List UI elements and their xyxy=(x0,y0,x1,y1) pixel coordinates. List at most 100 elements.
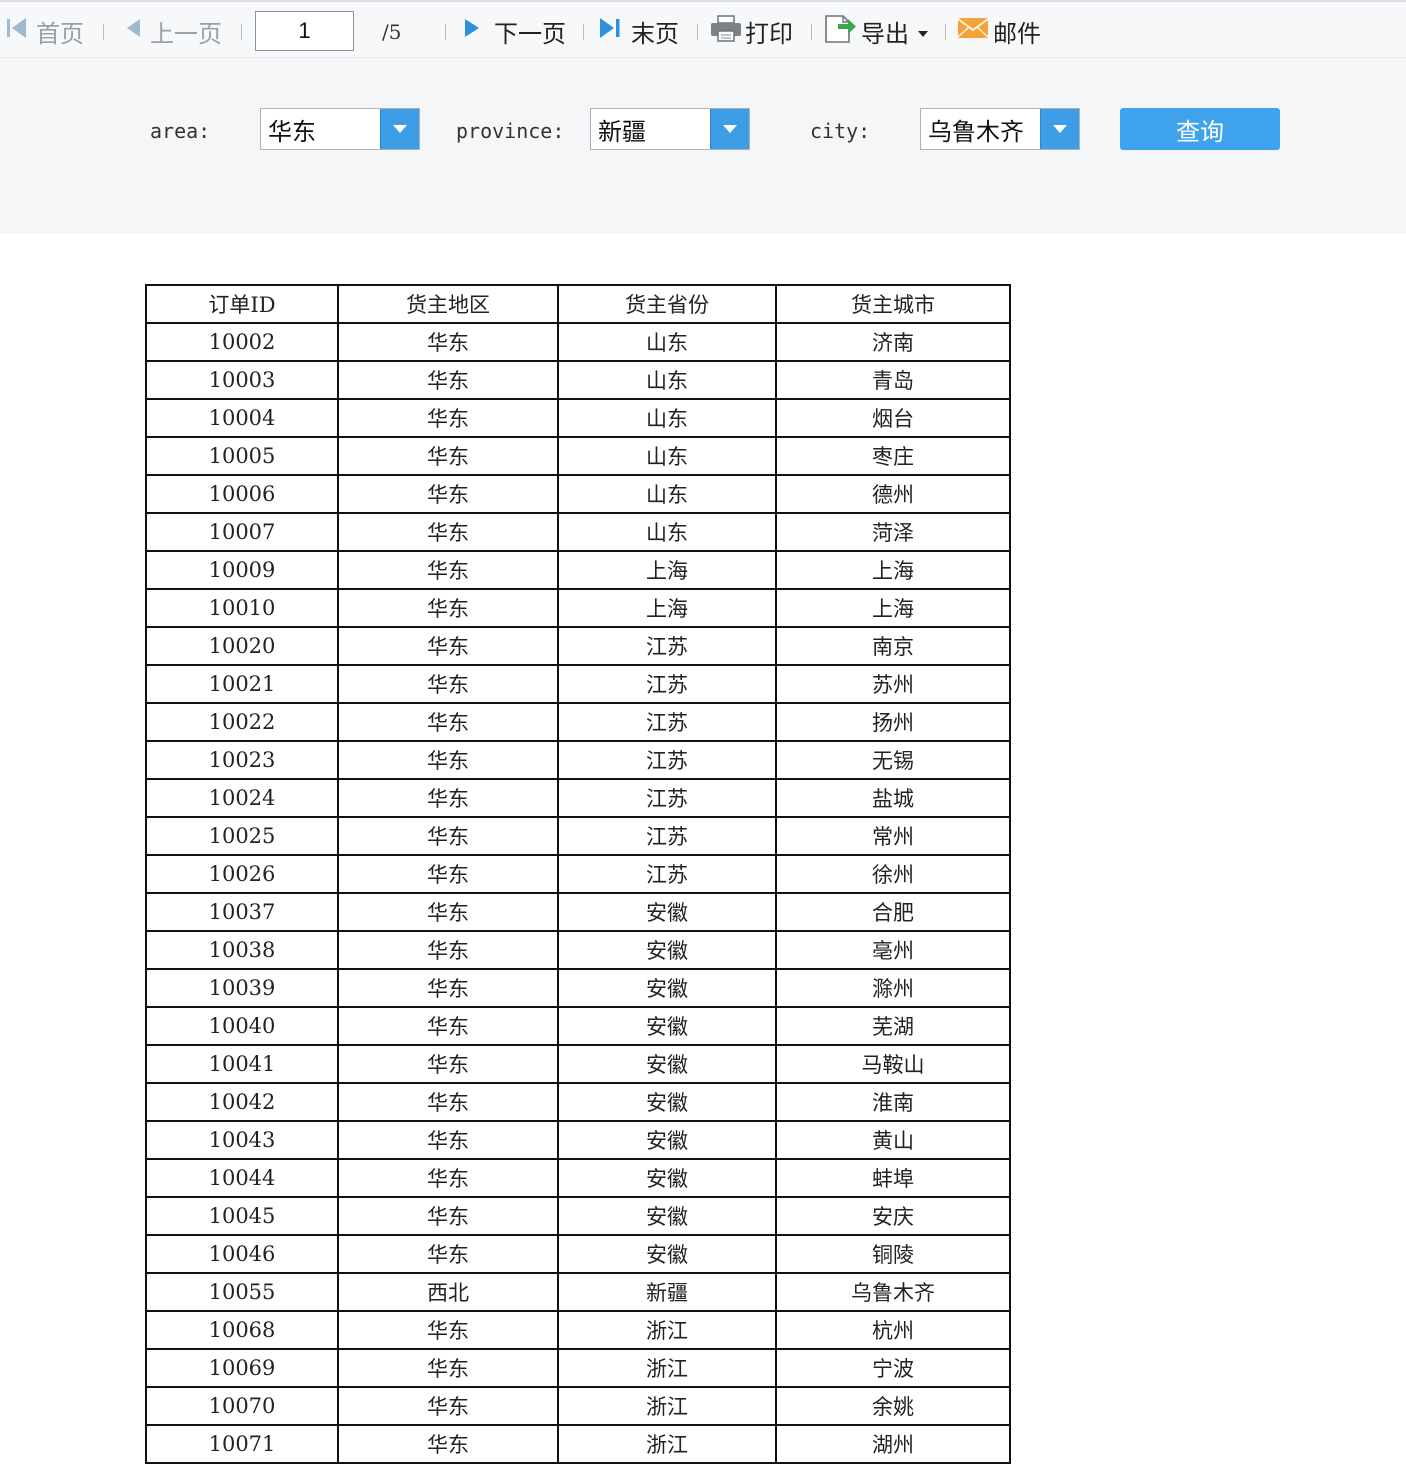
region-cell: 华东 xyxy=(337,1006,559,1046)
order-id-cell: 10002 xyxy=(145,322,339,362)
city-cell: 安庆 xyxy=(775,1196,1011,1236)
table-row: 10007 华东 山东 菏泽 xyxy=(145,512,1011,552)
city-cell: 淮南 xyxy=(775,1082,1011,1122)
province-cell: 安徽 xyxy=(557,968,777,1008)
city-cell: 苏州 xyxy=(775,664,1011,704)
region-cell: 华东 xyxy=(337,1158,559,1198)
city-cell: 青岛 xyxy=(775,360,1011,400)
current-page-input[interactable] xyxy=(255,11,354,51)
city-cell: 滁州 xyxy=(775,968,1011,1008)
province-combobox[interactable]: 新疆 xyxy=(590,108,750,150)
province-cell: 安徽 xyxy=(557,930,777,970)
last-page-label: 末页 xyxy=(631,19,679,48)
order-id-cell: 10071 xyxy=(145,1424,339,1464)
province-cell: 新疆 xyxy=(557,1272,777,1312)
order-id-cell: 10021 xyxy=(145,664,339,704)
province-cell: 江苏 xyxy=(557,702,777,742)
region-cell: 华东 xyxy=(337,1196,559,1236)
region-cell: 华东 xyxy=(337,968,559,1008)
table-row: 10003 华东 山东 青岛 xyxy=(145,360,1011,400)
region-cell: 华东 xyxy=(337,740,559,780)
prev-page-button[interactable]: 上一页 xyxy=(122,10,222,52)
region-cell: 华东 xyxy=(337,322,559,362)
dropdown-arrow-icon[interactable] xyxy=(1040,109,1079,149)
next-page-label: 下一页 xyxy=(494,19,566,48)
order-id-cell: 10007 xyxy=(145,512,339,552)
table-body: 10002 华东 山东 济南 10003 华东 山东 青岛 10004 华东 山东 烟台 10005 华东… xyxy=(145,322,1011,1464)
province-cell: 上海 xyxy=(557,550,777,590)
province-cell: 浙江 xyxy=(557,1386,777,1426)
caret-down-icon xyxy=(917,17,929,45)
order-id-cell: 10024 xyxy=(145,778,339,818)
print-button[interactable]: 打印 xyxy=(709,10,793,52)
table-row: 10043 华东 安徽 黄山 xyxy=(145,1120,1011,1160)
next-page-button[interactable]: 下一页 xyxy=(462,10,566,52)
envelope-icon xyxy=(957,15,989,47)
table-row: 10020 华东 江苏 南京 xyxy=(145,626,1011,666)
table-row: 10068 华东 浙江 杭州 xyxy=(145,1310,1011,1350)
province-cell: 山东 xyxy=(557,398,777,438)
order-id-cell: 10040 xyxy=(145,1006,339,1046)
province-cell: 安徽 xyxy=(557,1120,777,1160)
table-row: 10046 华东 安徽 铜陵 xyxy=(145,1234,1011,1274)
city-cell: 常州 xyxy=(775,816,1011,856)
toolbar-separator xyxy=(945,24,946,40)
region-cell: 华东 xyxy=(337,1120,559,1160)
city-cell: 徐州 xyxy=(775,854,1011,894)
email-label: 邮件 xyxy=(993,19,1041,48)
region-cell: 华东 xyxy=(337,550,559,590)
order-id-cell: 10003 xyxy=(145,360,339,400)
province-cell: 安徽 xyxy=(557,1006,777,1046)
toolbar-separator xyxy=(445,24,446,40)
city-cell: 盐城 xyxy=(775,778,1011,818)
city-cell: 马鞍山 xyxy=(775,1044,1011,1084)
region-cell: 华东 xyxy=(337,360,559,400)
toolbar-separator xyxy=(241,24,242,40)
table-row: 10037 华东 安徽 合肥 xyxy=(145,892,1011,932)
city-label: city: xyxy=(810,119,871,143)
table-row: 10044 华东 安徽 蚌埠 xyxy=(145,1158,1011,1198)
province-cell: 山东 xyxy=(557,474,777,514)
order-id-cell: 10037 xyxy=(145,892,339,932)
region-cell: 华东 xyxy=(337,1234,559,1274)
first-page-button[interactable]: 首页 xyxy=(4,10,84,52)
column-header-city: 货主城市 xyxy=(775,284,1011,324)
city-cell: 扬州 xyxy=(775,702,1011,742)
table-row: 10025 华东 江苏 常州 xyxy=(145,816,1011,856)
region-cell: 华东 xyxy=(337,1310,559,1350)
province-cell: 安徽 xyxy=(557,1044,777,1084)
province-cell: 安徽 xyxy=(557,1158,777,1198)
parameter-panel: area: 华东 province: 新疆 city: 乌鲁木齐 查询 xyxy=(0,58,1406,234)
last-page-button[interactable]: 末页 xyxy=(597,10,679,52)
table-header-row: 订单ID 货主地区 货主省份 货主城市 xyxy=(145,284,1011,324)
region-cell: 华东 xyxy=(337,1424,559,1464)
table-row: 10024 华东 江苏 盐城 xyxy=(145,778,1011,818)
city-cell: 亳州 xyxy=(775,930,1011,970)
province-cell: 山东 xyxy=(557,322,777,362)
city-cell: 余姚 xyxy=(775,1386,1011,1426)
order-id-cell: 10006 xyxy=(145,474,339,514)
province-cell: 江苏 xyxy=(557,854,777,894)
table-row: 10040 华东 安徽 芜湖 xyxy=(145,1006,1011,1046)
email-button[interactable]: 邮件 xyxy=(957,10,1041,52)
query-button[interactable]: 查询 xyxy=(1120,108,1280,150)
order-id-cell: 10004 xyxy=(145,398,339,438)
city-combobox[interactable]: 乌鲁木齐 xyxy=(920,108,1080,150)
region-cell: 华东 xyxy=(337,626,559,666)
toolbar-separator xyxy=(811,24,812,40)
city-cell: 湖州 xyxy=(775,1424,1011,1464)
area-combobox[interactable]: 华东 xyxy=(260,108,420,150)
order-id-cell: 10068 xyxy=(145,1310,339,1350)
region-cell: 华东 xyxy=(337,398,559,438)
order-id-cell: 10009 xyxy=(145,550,339,590)
export-button[interactable]: 导出 xyxy=(823,10,935,52)
total-pages-text: /5 xyxy=(382,20,402,44)
first-page-icon xyxy=(4,15,30,47)
city-cell: 无锡 xyxy=(775,740,1011,780)
dropdown-arrow-icon[interactable] xyxy=(380,109,419,149)
order-id-cell: 10055 xyxy=(145,1272,339,1312)
order-id-cell: 10005 xyxy=(145,436,339,476)
dropdown-arrow-icon[interactable] xyxy=(710,109,749,149)
region-cell: 华东 xyxy=(337,436,559,476)
printer-icon xyxy=(709,13,743,49)
